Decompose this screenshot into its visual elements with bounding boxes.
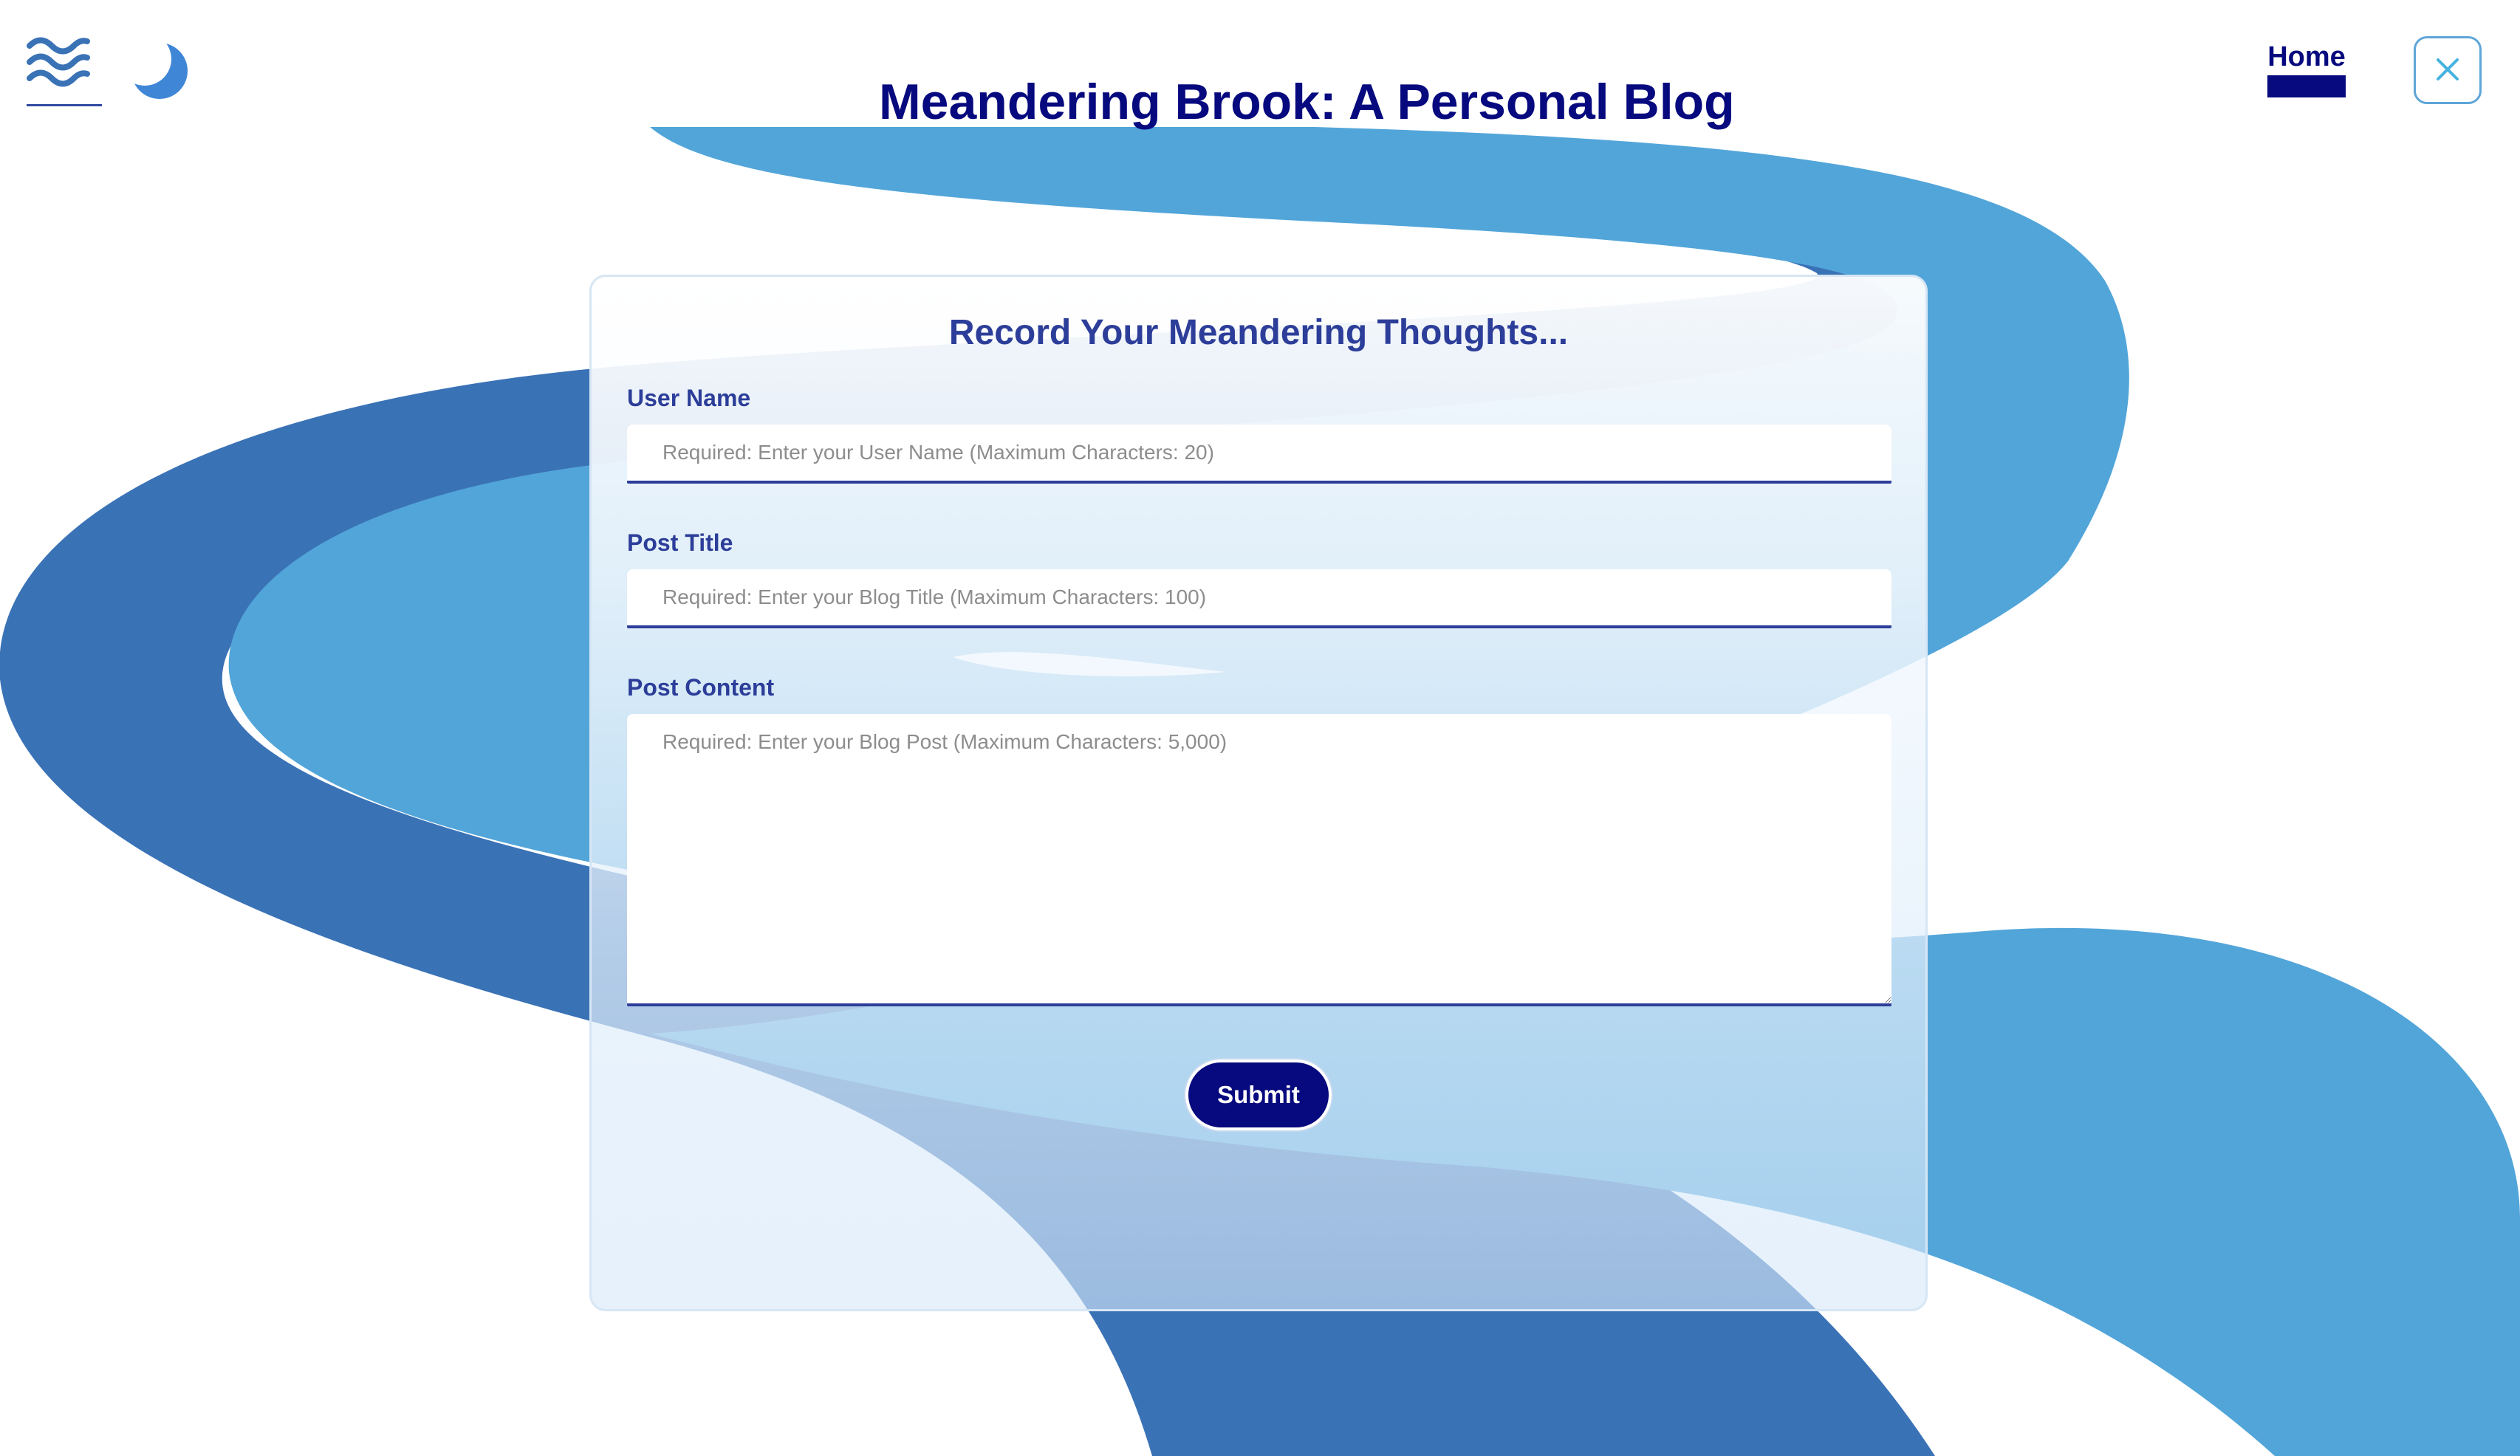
post-title-input[interactable] — [627, 569, 1891, 628]
theme-toggle[interactable] — [118, 32, 191, 105]
waves-icon — [27, 34, 102, 97]
post-title-label: Post Title — [627, 529, 733, 556]
site-title: Meandering Brook: A Personal Blog — [879, 74, 1735, 130]
submit-button[interactable]: Submit — [1185, 1060, 1332, 1130]
username-label: User Name — [627, 385, 751, 411]
site-header: Meandering Brook: A Personal Blog Home — [0, 0, 2520, 130]
form-heading: Record Your Meandering Thoughts... — [948, 313, 1569, 352]
new-post-form: Record Your Meandering Thoughts... User … — [589, 275, 1928, 1311]
close-icon — [2434, 55, 2462, 86]
nav-active-indicator — [2267, 75, 2346, 97]
post-content-textarea[interactable] — [627, 714, 1891, 1006]
post-content-label: Post Content — [627, 674, 775, 701]
moon-icon — [118, 32, 191, 105]
close-button[interactable] — [2414, 36, 2482, 104]
home-logo-link[interactable] — [27, 34, 102, 106]
username-input[interactable] — [627, 425, 1891, 484]
nav-home-link[interactable]: Home — [2267, 40, 2346, 99]
nav-home-label: Home — [2267, 41, 2346, 72]
